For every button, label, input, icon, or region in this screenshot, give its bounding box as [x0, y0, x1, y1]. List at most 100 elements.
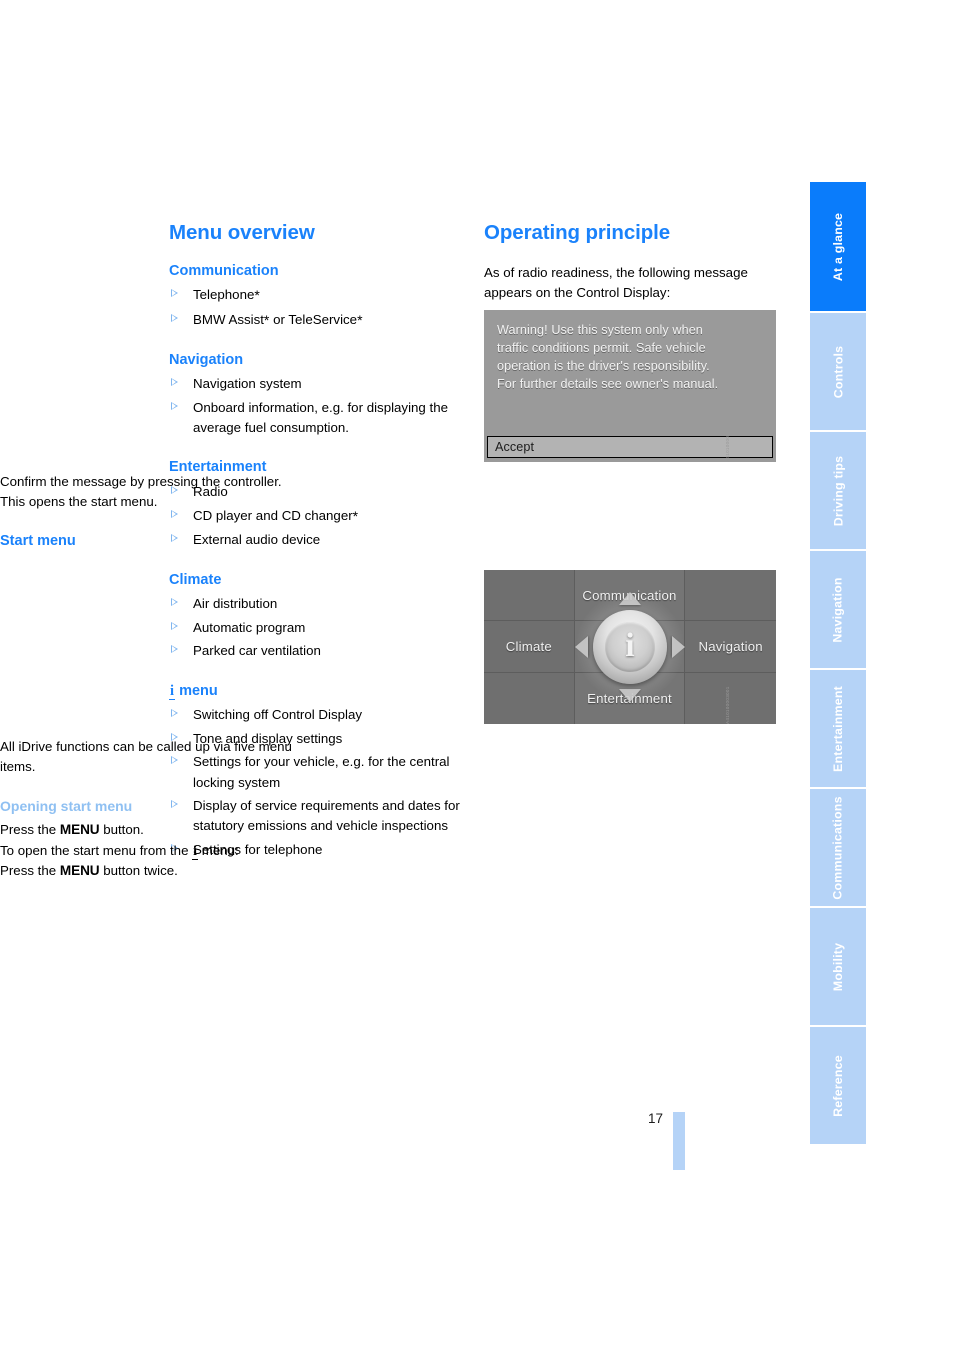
menu-item-climate-label: Climate	[505, 638, 552, 654]
bullet-triangle-icon	[171, 313, 178, 322]
intro-text: As of radio readiness, the following mes…	[484, 264, 748, 300]
chapter-tab-label: Entertainment	[831, 685, 845, 772]
chapter-tab-entertainment[interactable]: Entertainment	[810, 670, 866, 789]
menu-item-navigation[interactable]: Navigation	[685, 621, 776, 673]
footnote-star: *	[357, 311, 363, 328]
page-title: Menu overview	[169, 221, 315, 244]
menu-item-navigation-label: Navigation	[698, 638, 763, 654]
grid-cell-top-right	[685, 570, 776, 622]
list-item-label: Automatic program	[193, 619, 306, 635]
press-menu-twice-instruction: Press the MENU button twice.	[0, 861, 300, 882]
bullet-triangle-icon	[171, 708, 178, 717]
chapter-tab-label: Communications	[831, 795, 845, 900]
warning-line: traffic conditions permit. Safe vehicle	[497, 340, 706, 355]
press-menu-twice-prefix: Press the	[0, 863, 60, 879]
bullet-triangle-icon	[171, 288, 178, 297]
list-item: Automatic program	[169, 618, 469, 638]
chapter-tab-label: Reference	[831, 1054, 846, 1117]
chapter-tab-label: Navigation	[831, 576, 845, 643]
bullet-triangle-icon	[171, 402, 178, 411]
chapter-tab-navigation[interactable]: Navigation	[810, 551, 866, 670]
menu-item-communication[interactable]: Communication	[574, 570, 686, 622]
chapter-tab-controls[interactable]: Controls	[810, 313, 866, 432]
list-item-label: BMW Assist	[193, 311, 264, 327]
start-menu-figure: Communication Climate Navigation Enterta…	[484, 570, 776, 724]
chapter-tab-label: Controls	[830, 345, 845, 398]
accept-button[interactable]: Accept	[487, 436, 773, 458]
chapter-tab-communications[interactable]: Communications	[810, 789, 866, 908]
page-number: 17	[648, 1111, 664, 1126]
menu-item-climate[interactable]: Climate	[484, 621, 575, 673]
warning-line: For further details see owner's manual.	[497, 376, 719, 391]
menu-item-communication-label: Communication	[582, 587, 677, 603]
start-menu-grid: Communication Climate Navigation Enterta…	[484, 570, 776, 724]
open-from-i-suffix: menu:	[198, 842, 239, 858]
warning-text-block: Warning! Use this system only when traff…	[484, 310, 776, 426]
list-communication: Telephone* BMW Assist* or TeleService*	[169, 285, 469, 331]
heading-i-menu-label: menu	[179, 682, 218, 699]
footnote-star: *	[254, 286, 260, 303]
menu-item-entertainment[interactable]: Entertainment	[574, 672, 686, 724]
list-item-label: Air distribution	[193, 595, 278, 611]
menu-button-key: MENU	[59, 863, 100, 879]
heading-communication: Communication	[169, 262, 279, 279]
heading-opening-start-menu: Opening start menu	[0, 798, 133, 815]
chapter-tab-label: Driving tips	[831, 455, 845, 526]
chapter-index-tabs: At a glance Controls Driving tips Navigatio…	[810, 182, 866, 1146]
list-climate: Air distribution Automatic program Parke…	[169, 594, 469, 662]
list-item-label-2: or TeleService	[269, 311, 358, 327]
list-navigation: Navigation system Onboard information, e…	[169, 374, 469, 438]
press-menu-suffix: button.	[99, 822, 144, 838]
list-item-label: Navigation system	[193, 376, 302, 392]
list-item: Air distribution	[169, 594, 469, 614]
list-item: Onboard information, e.g. for displaying…	[169, 398, 469, 438]
figure-id-warning: A410100002001	[725, 424, 730, 462]
footnote-star: *	[352, 507, 359, 524]
chapter-tab-label: Mobility	[831, 942, 845, 991]
open-from-i-menu-instruction: To open the start menu from the i menu:	[0, 841, 300, 861]
open-from-i-prefix: To open the start menu from the	[0, 842, 193, 858]
heading-i-menu: i menu	[169, 683, 469, 700]
idrive-functions-text: All iDrive functions can be called up vi…	[0, 739, 292, 775]
list-item-label: Telephone	[193, 286, 255, 302]
grid-cell-bottom-left	[484, 672, 575, 724]
list-item-label: Onboard information, e.g. for displaying…	[193, 400, 449, 436]
opens-start-menu-text: This opens the start menu.	[0, 494, 158, 510]
chapter-tab-at-a-glance[interactable]: At a glance	[810, 182, 866, 313]
list-item: Switching off Control Display	[169, 705, 469, 725]
warning-line: operation is the driver's responsibility…	[497, 358, 710, 373]
chapter-tab-reference[interactable]: Reference	[810, 1027, 866, 1146]
heading-navigation: Navigation	[169, 351, 244, 368]
chapter-tab-driving-tips[interactable]: Driving tips	[810, 432, 866, 551]
heading-climate: Climate	[169, 571, 222, 588]
i-info-icon: i	[169, 682, 176, 700]
bullet-triangle-icon	[171, 378, 178, 387]
warning-line: Warning! Use this system only when	[497, 323, 703, 337]
warning-display-figure: Warning! Use this system only when traff…	[484, 310, 776, 462]
chapter-tab-mobility[interactable]: Mobility	[810, 908, 866, 1027]
page-number-marker	[673, 1112, 685, 1170]
menu-item-entertainment-label: Entertainment	[587, 690, 672, 706]
grid-cell-bottom-right	[685, 672, 776, 724]
bullet-triangle-icon	[171, 597, 178, 606]
chapter-tab-label: At a glance	[831, 212, 845, 281]
list-item: BMW Assist* or TeleService*	[169, 310, 469, 331]
menu-item-center-info[interactable]	[574, 621, 686, 673]
heading-start-menu: Start menu	[0, 533, 76, 550]
figure-id-startmenu: A410100003001	[725, 686, 730, 724]
menu-button-key: MENU	[59, 822, 100, 838]
press-menu-instruction: Press the MENU button.	[0, 820, 300, 841]
list-item: Telephone*	[169, 285, 469, 306]
list-item: Parked car ventilation	[169, 641, 469, 661]
confirm-instruction: Confirm the message by pressing the cont…	[0, 474, 282, 489]
list-item-label: Parked car ventilation	[193, 643, 321, 659]
section-title-operating-principle: Operating principle	[484, 221, 671, 244]
press-menu-twice-suffix: button twice.	[99, 863, 178, 879]
list-item: Navigation system	[169, 374, 469, 394]
bullet-triangle-icon	[171, 645, 178, 654]
list-item-label: Switching off Control Display	[193, 706, 362, 722]
post-warning-text: Confirm the message by pressing the cont…	[0, 472, 300, 556]
bullet-triangle-icon	[171, 621, 178, 630]
post-startmenu-text: All iDrive functions can be called up vi…	[0, 737, 300, 882]
accept-button-label: Accept	[495, 440, 535, 454]
